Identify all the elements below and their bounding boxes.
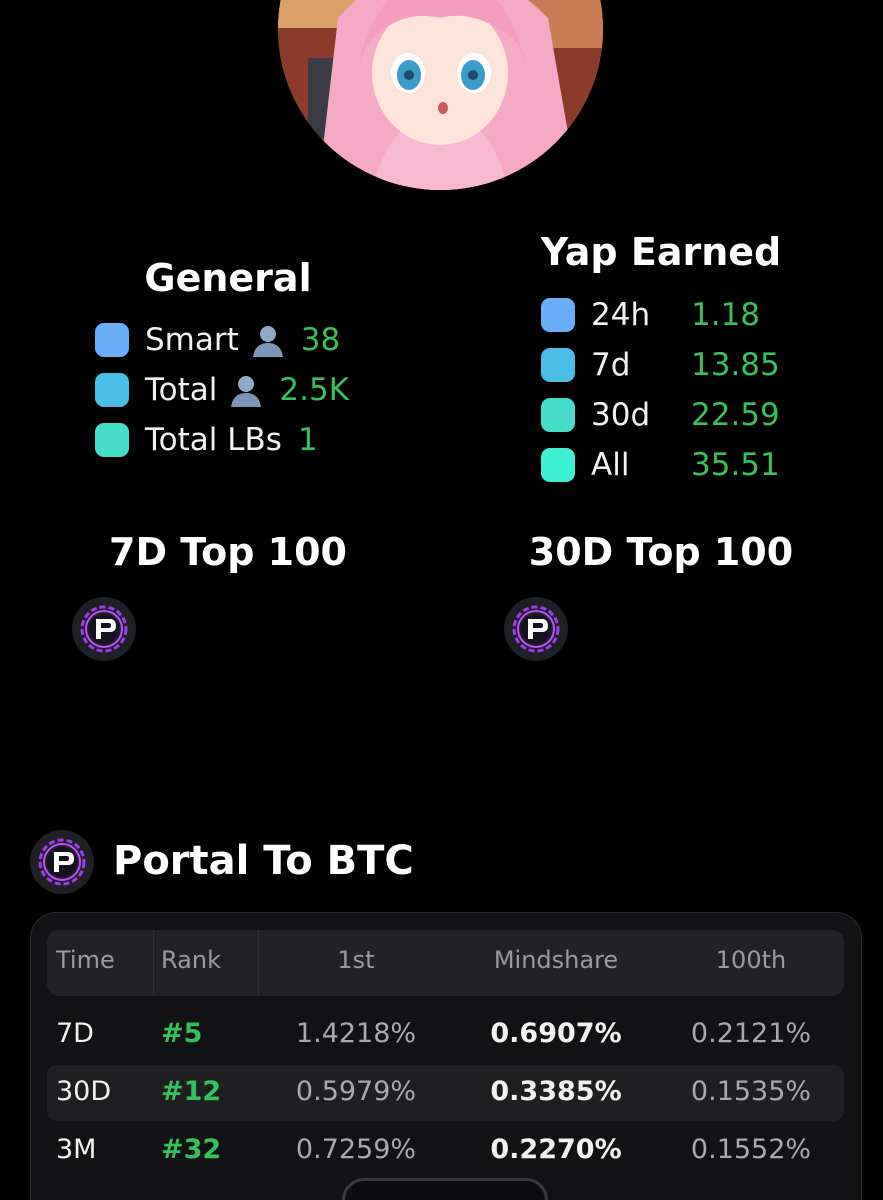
row-time: 3M — [56, 1134, 97, 1165]
top100-7d-title: 7D Top 100 — [109, 530, 347, 574]
column-divider — [153, 930, 154, 996]
yap-row-7d: 7d 13.85 — [541, 345, 780, 385]
header-first[interactable]: 1st — [337, 946, 374, 974]
yap-row-value: 13.85 — [691, 347, 780, 383]
portal-logo-icon[interactable] — [504, 597, 568, 661]
yap-7d-swatch — [541, 348, 575, 382]
general-row-value: 38 — [300, 322, 341, 358]
yap-row-30d: 30d 22.59 — [541, 395, 780, 435]
general-row-value: 1 — [297, 422, 318, 458]
profile-avatar[interactable] — [278, 0, 603, 190]
header-time[interactable]: Time — [56, 946, 115, 974]
bottom-sheet-handle[interactable] — [342, 1178, 548, 1200]
portal-logo-icon — [30, 830, 94, 894]
row-rank: #5 — [161, 1018, 203, 1049]
row-mindshare: 0.6907% — [490, 1018, 622, 1049]
profile-page: General Smart 38 Total 2.5K Total LBs 1 … — [0, 0, 883, 1200]
yap-row-24h: 24h 1.18 — [541, 295, 760, 335]
row-first: 1.4218% — [295, 1018, 417, 1049]
header-hundredth[interactable]: 100th — [716, 946, 786, 974]
top100-30d-title: 30D Top 100 — [528, 530, 794, 574]
row-rank: #32 — [161, 1134, 222, 1165]
total-swatch — [95, 373, 129, 407]
yap-all-swatch — [541, 448, 575, 482]
header-rank[interactable]: Rank — [161, 946, 221, 974]
general-row-label: Smart — [145, 322, 239, 358]
yap-row-value: 1.18 — [691, 297, 761, 333]
general-title: General — [144, 256, 312, 300]
smart-swatch — [95, 323, 129, 357]
general-row-smart: Smart 38 — [95, 320, 340, 360]
column-divider — [258, 930, 259, 996]
row-hundredth: 0.2121% — [690, 1018, 812, 1049]
yap-row-label: 7d — [591, 347, 631, 383]
row-hundredth: 0.1535% — [690, 1076, 812, 1107]
yap-row-label: All — [591, 447, 630, 483]
yap-row-label: 30d — [591, 397, 651, 433]
general-row-label: Total — [145, 372, 218, 408]
portal-logo-icon[interactable] — [72, 597, 136, 661]
row-time: 7D — [56, 1018, 94, 1049]
general-row-value: 2.5K — [279, 372, 350, 408]
row-mindshare: 0.2270% — [490, 1134, 622, 1165]
row-time: 30D — [56, 1076, 112, 1107]
person-icon — [229, 373, 263, 407]
yap-row-all: All 35.51 — [541, 445, 780, 485]
row-first: 0.5979% — [295, 1076, 417, 1107]
yap-24h-swatch — [541, 298, 575, 332]
yap-row-label: 24h — [591, 297, 651, 333]
yap-row-value: 35.51 — [691, 447, 780, 483]
general-row-label: Total LBs — [145, 422, 282, 458]
row-rank: #12 — [161, 1076, 222, 1107]
yap-30d-swatch — [541, 398, 575, 432]
row-mindshare: 0.3385% — [490, 1076, 622, 1107]
row-hundredth: 0.1552% — [690, 1134, 812, 1165]
header-mindshare[interactable]: Mindshare — [494, 946, 618, 974]
portal-section-title: Portal To BTC — [113, 838, 414, 884]
general-row-total-lbs: Total LBs 1 — [95, 420, 318, 460]
yap-earned-title: Yap Earned — [540, 230, 782, 274]
general-row-total: Total 2.5K — [95, 370, 349, 410]
row-first: 0.7259% — [295, 1134, 417, 1165]
total-lbs-swatch — [95, 423, 129, 457]
person-icon — [251, 323, 285, 357]
yap-row-value: 22.59 — [691, 397, 780, 433]
